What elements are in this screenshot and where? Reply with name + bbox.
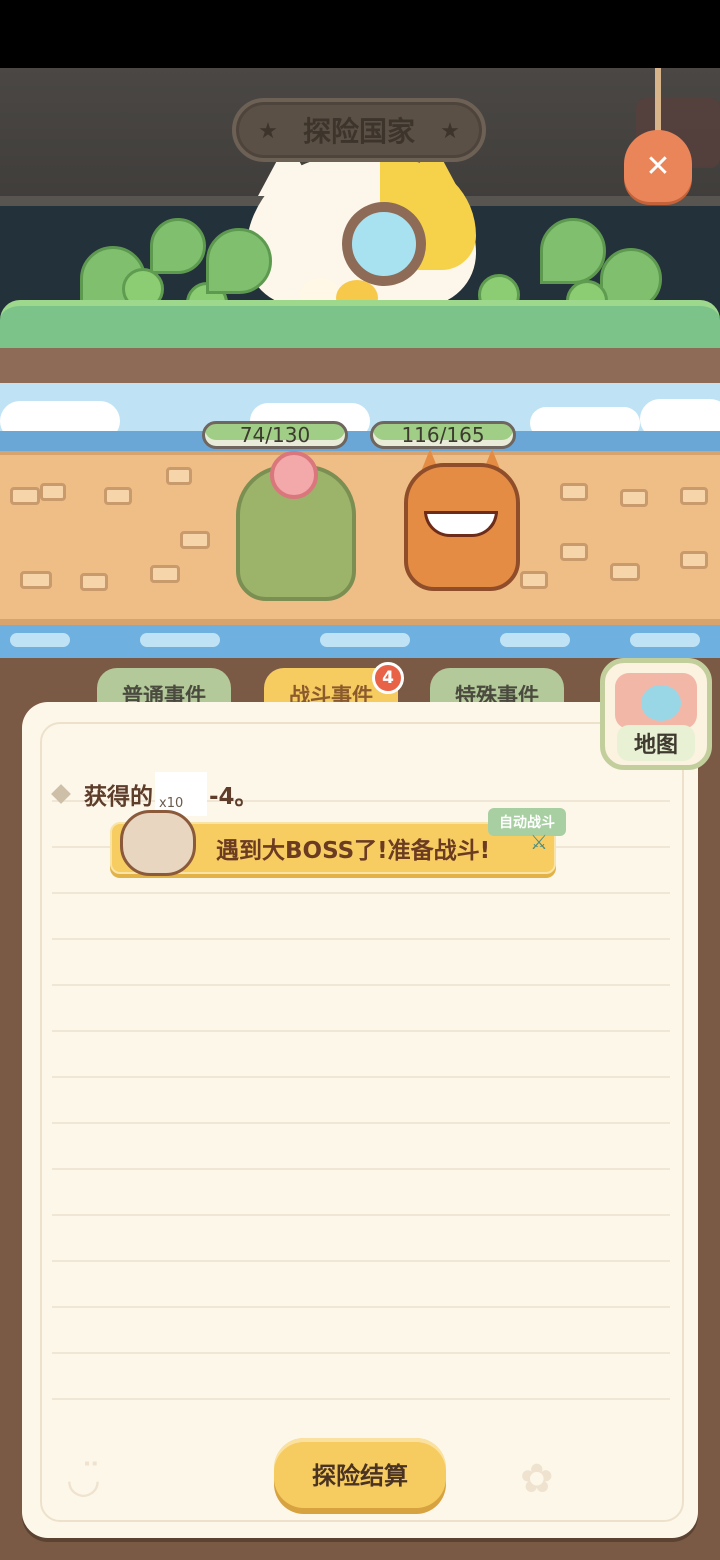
crossed-swords-icon: ⚔ bbox=[530, 830, 548, 854]
star-icon: ★ bbox=[440, 119, 460, 144]
scene-banner: ★ 探险国家 ★ ✕ bbox=[0, 68, 720, 383]
enemy-hp-bar: 116/165 bbox=[370, 421, 516, 449]
battle-scene: 74/130 116/165 bbox=[0, 383, 720, 658]
magnifier-icon bbox=[342, 202, 426, 286]
rope-decoration bbox=[655, 68, 661, 138]
status-bar bbox=[0, 0, 720, 68]
player-hp-bar: 74/130 bbox=[202, 421, 348, 449]
cat-doodle-icon: ◡̈ bbox=[66, 1456, 101, 1502]
settle-exploration-button[interactable]: 探险结算 bbox=[274, 1438, 446, 1508]
map-button[interactable]: 地图 bbox=[600, 658, 712, 770]
page-title-text: 探险国家 bbox=[302, 115, 415, 148]
log-entry: 获得的 x10 -4。 bbox=[51, 772, 258, 816]
notification-badge: 4 bbox=[372, 662, 404, 694]
map-label: 地图 bbox=[617, 725, 695, 761]
page-title: ★ 探险国家 ★ bbox=[232, 98, 486, 162]
event-text: 遇到大BOSS了!准备战斗! bbox=[216, 838, 491, 864]
bullet-icon bbox=[51, 784, 71, 804]
food-doodle-icon: ✿ bbox=[520, 1456, 554, 1502]
close-icon: ✕ bbox=[645, 148, 671, 184]
item-count: x10 bbox=[159, 796, 184, 811]
close-button[interactable]: ✕ bbox=[624, 130, 692, 202]
battle-ground bbox=[0, 451, 720, 625]
flower-icon bbox=[270, 451, 318, 499]
auto-battle-tag: 自动战斗 bbox=[488, 808, 566, 836]
star-icon: ★ bbox=[258, 119, 278, 144]
boss-avatar bbox=[120, 810, 196, 876]
